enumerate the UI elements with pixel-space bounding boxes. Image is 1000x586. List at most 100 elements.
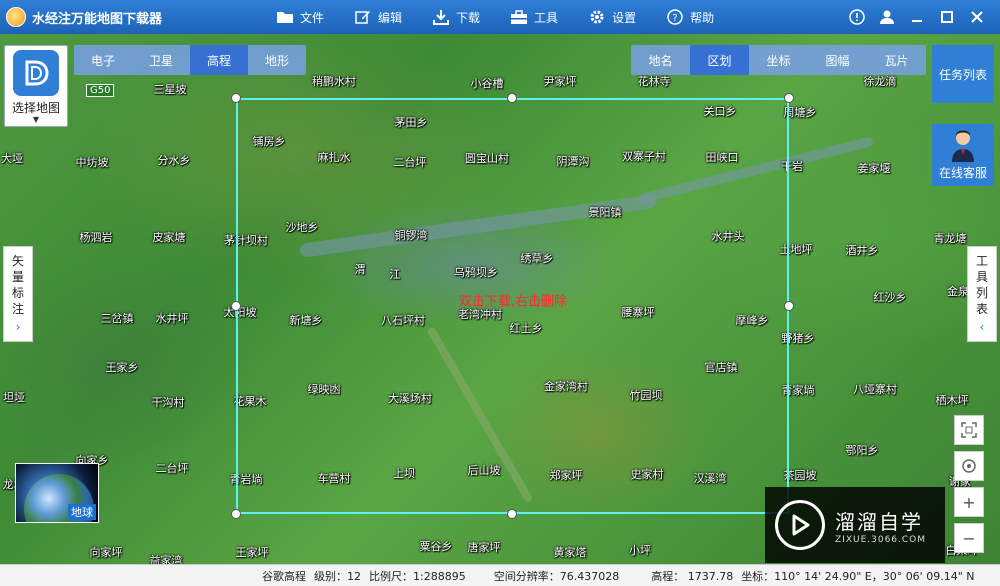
status-resolution: 空间分辨率：76.437028	[493, 569, 620, 583]
app-logo-icon	[6, 7, 26, 27]
panel-label-line: 表	[975, 302, 988, 316]
support-agent-icon	[952, 130, 974, 162]
vector-annotation-panel-toggle[interactable]: 矢 量 标 注 ›	[3, 246, 33, 342]
tab-map-electronic[interactable]: 电子	[74, 45, 132, 75]
road-badge: G50	[86, 84, 115, 97]
status-elevation: 高程： 1737.78	[651, 569, 734, 583]
svg-text:?: ?	[672, 13, 677, 24]
main-menu: 文件 编辑 下载 工具 设置 ? 帮助	[276, 0, 744, 34]
locate-icon[interactable]	[954, 451, 984, 481]
select-map-button[interactable]: 选择地图 ▼	[4, 45, 68, 127]
tab-map-satellite[interactable]: 卫星	[132, 45, 190, 75]
place-label: 酒井乡	[845, 244, 879, 257]
zoom-out-icon[interactable]: −	[954, 523, 984, 553]
menu-download[interactable]: 下载	[432, 9, 480, 26]
place-label: 粟谷乡	[419, 540, 453, 553]
place-label: 红沙乡	[873, 291, 907, 304]
selection-handle-ne[interactable]	[784, 93, 794, 103]
watermark-main: 溜溜自学	[835, 509, 923, 534]
panel-label-line: 注	[11, 302, 24, 316]
play-logo-icon	[775, 500, 825, 550]
menu-tools-label: 工具	[534, 10, 559, 25]
tab-overlay-tiles[interactable]: 瓦片	[867, 45, 926, 75]
place-label: 三岔镇	[100, 312, 134, 325]
online-service-button[interactable]: 在线客服	[932, 124, 994, 186]
select-map-label: 选择地图	[11, 101, 60, 115]
panel-label-line: 标	[11, 286, 24, 300]
map-type-tabs: 电子 卫星 高程 地形	[74, 45, 306, 75]
minimize-icon[interactable]	[902, 5, 932, 29]
place-label: 金泉	[947, 285, 969, 298]
user-icon[interactable]	[872, 5, 902, 29]
zoom-in-icon[interactable]: +	[954, 487, 984, 517]
menu-tools[interactable]: 工具	[510, 9, 558, 26]
place-label: 小谷槽	[470, 77, 504, 90]
place-label: 皮家塘	[152, 231, 186, 244]
selection-handle-s[interactable]	[507, 509, 517, 519]
place-label: 王家乡	[105, 361, 139, 374]
place-label: 三星坡	[153, 83, 187, 96]
selection-handle-e[interactable]	[784, 301, 794, 311]
place-label: 徐龙滴	[863, 75, 897, 88]
place-label: 鄂阳乡	[845, 444, 879, 457]
place-label: 分水乡	[157, 154, 191, 167]
earth-view-button[interactable]: 地球	[15, 463, 99, 523]
place-label: 大垭	[1, 152, 23, 165]
tab-overlay-district[interactable]: 区划	[690, 45, 749, 75]
menu-settings-label: 设置	[612, 10, 637, 25]
place-label: 益家湾	[149, 554, 183, 564]
menu-file[interactable]: 文件	[276, 9, 324, 26]
place-label: 坦垭	[3, 391, 25, 404]
title-bar: 水经注万能地图下载器 文件 编辑 下载 工具 设置 ? 帮助	[0, 0, 1000, 34]
chevron-left-icon: ‹	[979, 320, 985, 334]
place-label: 王家坪	[235, 546, 269, 559]
selection-handle-w[interactable]	[231, 301, 241, 311]
close-icon[interactable]	[962, 5, 992, 29]
folder-icon	[276, 9, 294, 25]
gear-icon	[588, 9, 606, 25]
tab-map-terrain[interactable]: 地形	[248, 45, 306, 75]
download-icon	[432, 9, 450, 25]
place-label: 唐家坪	[467, 541, 501, 554]
menu-help-label: 帮助	[690, 10, 715, 25]
menu-file-label: 文件	[300, 10, 325, 25]
toolbox-icon	[510, 9, 528, 25]
place-label: 花林寺	[637, 75, 671, 88]
panel-label-line: 工	[975, 254, 988, 268]
place-label: 稍鹏水村	[312, 75, 356, 88]
menu-settings[interactable]: 设置	[588, 9, 636, 26]
online-service-label: 在线客服	[938, 166, 987, 180]
place-label: 干沟村	[151, 396, 185, 409]
fullscreen-icon[interactable]	[954, 415, 984, 445]
menu-edit-label: 编辑	[378, 10, 403, 25]
menu-help[interactable]: ? 帮助	[666, 9, 714, 26]
menu-edit[interactable]: 编辑	[354, 9, 402, 26]
app-title: 水经注万能地图下载器	[32, 11, 163, 27]
selection-handle-sw[interactable]	[231, 509, 241, 519]
place-label: 二台坪	[155, 462, 189, 475]
selection-hint: 双击下载,右击删除	[458, 294, 568, 310]
maximize-icon[interactable]	[932, 5, 962, 29]
selection-handle-n[interactable]	[507, 93, 517, 103]
place-label: 姜家堰	[857, 162, 891, 175]
tab-overlay-placename[interactable]: 地名	[631, 45, 690, 75]
selection-handle-nw[interactable]	[231, 93, 241, 103]
task-list-button[interactable]: 任务列表	[932, 45, 994, 103]
map-canvas[interactable]: G50 稍鹏水村 小谷槽 尹家坪 花林寺 徐龙滴 三星坡 茅田乡 关口乡 周塘乡 大垭 铺房乡 麻扎水…	[0, 34, 1000, 564]
place-label: 杨泗岩	[79, 231, 113, 244]
tab-overlay-coordinates[interactable]: 坐标	[749, 45, 808, 75]
info-icon[interactable]	[842, 5, 872, 29]
status-map-name: 谷歌高程	[262, 569, 306, 583]
status-level: 级别：12	[314, 569, 361, 583]
place-label: 小坪	[629, 544, 651, 557]
tab-overlay-mapsheet[interactable]: 图幅	[808, 45, 867, 75]
chevron-down-icon: ▼	[32, 115, 40, 124]
map-tools: + −	[954, 415, 984, 559]
tab-map-elevation[interactable]: 高程	[190, 45, 248, 75]
status-scale: 比例尺：1:288895	[369, 569, 466, 583]
panel-label-line: 矢	[11, 254, 24, 268]
tool-list-panel-toggle[interactable]: 工 具 列 表 ‹	[967, 246, 997, 342]
help-icon: ?	[666, 9, 684, 25]
place-label: 栖木坪	[935, 394, 969, 407]
map-source-logo-icon	[13, 50, 59, 96]
